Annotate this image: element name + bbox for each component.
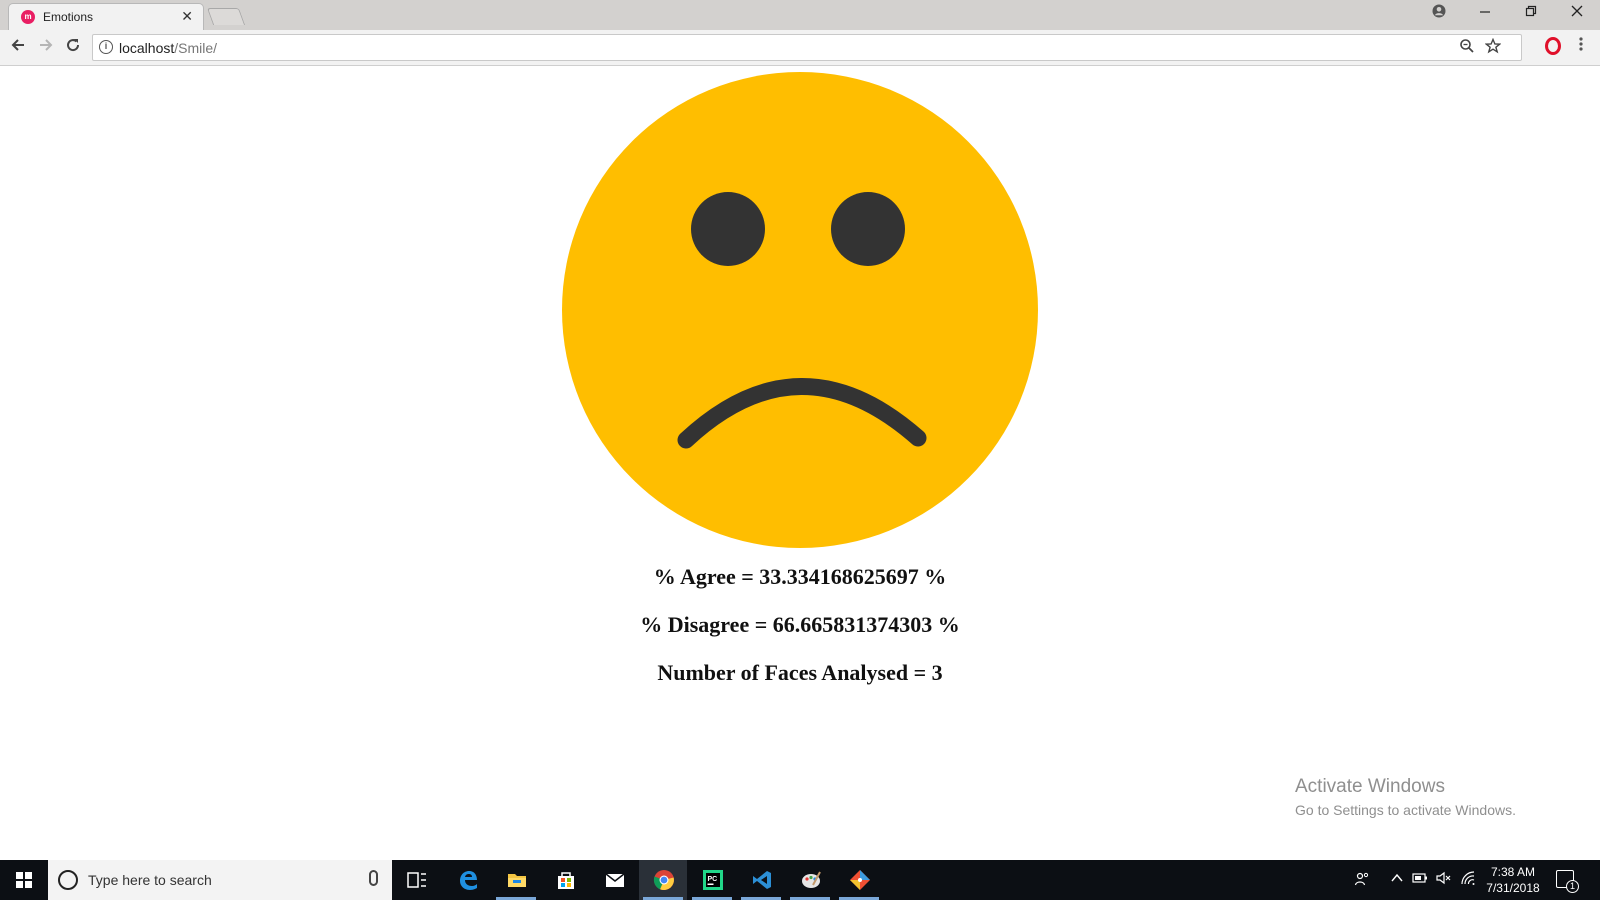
notification-count-badge: 1 [1566, 880, 1579, 893]
people-icon[interactable] [1354, 871, 1370, 890]
wifi-icon[interactable] [1460, 871, 1476, 888]
restore-icon[interactable] [1516, 4, 1546, 20]
minimize-icon[interactable] [1470, 4, 1500, 20]
close-window-icon[interactable] [1562, 4, 1592, 20]
browser-tabbar: m Emotions ✕ [0, 0, 1600, 30]
volume-muted-icon[interactable] [1436, 871, 1452, 888]
site-info-icon[interactable]: i [99, 40, 113, 54]
search-placeholder: Type here to search [88, 872, 212, 888]
tab-title: Emotions [43, 10, 94, 24]
chrome-icon[interactable] [639, 860, 687, 900]
start-button[interactable] [0, 860, 48, 900]
sad-face-icon [562, 72, 1038, 548]
paint-icon[interactable] [786, 860, 834, 900]
edge-icon[interactable] [443, 860, 491, 900]
svg-text:PC: PC [708, 876, 718, 883]
pycharm-icon[interactable]: PC [688, 860, 736, 900]
disagree-percentage: % Disagree = 66.665831374303 % [640, 612, 960, 637]
address-bar[interactable]: i localhost/Smile/ [92, 34, 1522, 61]
taskbar-search-box[interactable]: Type here to search [48, 860, 392, 900]
watermark-title: Activate Windows [1295, 776, 1445, 797]
back-icon[interactable] [7, 37, 29, 57]
agree-percentage: % Agree = 33.334168625697 % [653, 564, 947, 589]
microphone-icon[interactable] [369, 870, 378, 886]
tab-favicon-icon: m [21, 10, 35, 24]
stats-block: % Agree = 33.334168625697 % % Disagree =… [0, 562, 1600, 706]
tab-close-icon[interactable]: ✕ [181, 8, 193, 25]
battery-icon[interactable] [1412, 871, 1428, 888]
store-icon[interactable] [541, 860, 589, 900]
browser-menu-icon[interactable] [1576, 36, 1586, 52]
mail-icon[interactable] [590, 860, 638, 900]
git-icon[interactable] [835, 860, 883, 900]
url-host: localhost [119, 40, 175, 56]
file-explorer-icon[interactable] [492, 860, 540, 900]
new-tab-button[interactable] [206, 8, 246, 25]
bookmark-star-icon[interactable] [1484, 37, 1502, 58]
windows-logo-icon [16, 872, 32, 888]
url-text[interactable]: localhost/Smile/ [119, 40, 217, 56]
task-view-icon[interactable] [392, 860, 440, 900]
faces-analysed-count: Number of Faces Analysed = 3 [657, 660, 943, 685]
clock-time: 7:38 AM [1490, 865, 1536, 879]
face-circle [562, 72, 1038, 548]
activate-windows-watermark: Activate Windows Go to Settings to activ… [1295, 776, 1516, 818]
reload-icon[interactable] [62, 37, 84, 57]
system-clock[interactable]: 7:38 AM 7/31/2018 [1478, 864, 1548, 896]
vscode-icon[interactable] [737, 860, 785, 900]
right-eye [831, 192, 905, 266]
tab-emotions[interactable]: m Emotions ✕ [8, 3, 204, 30]
chevron-up-icon[interactable] [1390, 871, 1404, 888]
left-eye [691, 192, 765, 266]
zoom-icon[interactable] [1459, 38, 1475, 58]
opera-extension-icon[interactable] [1545, 37, 1561, 55]
browser-toolbar: i localhost/Smile/ [0, 30, 1600, 66]
windows-taskbar: Type here to search PC 7:38 AM 7/31/2018… [0, 860, 1600, 900]
url-path: /Smile/ [174, 40, 218, 56]
clock-date: 7/31/2018 [1486, 881, 1540, 895]
cortana-icon [58, 870, 78, 890]
page-content: % Agree = 33.334168625697 % % Disagree =… [0, 66, 1600, 860]
profile-icon[interactable] [1424, 4, 1454, 21]
forward-icon[interactable] [35, 37, 57, 57]
watermark-subtitle: Go to Settings to activate Windows. [1295, 802, 1516, 818]
